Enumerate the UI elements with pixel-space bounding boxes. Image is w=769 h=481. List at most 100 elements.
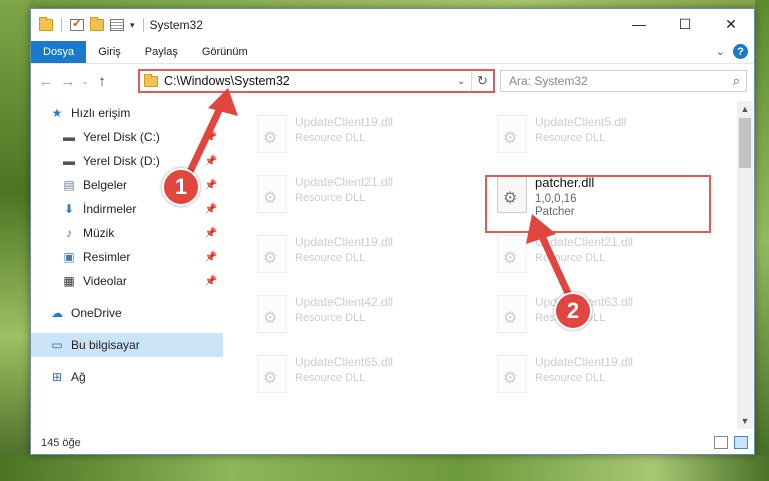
pin-icon[interactable]: 📌 (205, 156, 217, 167)
quick-access-toolbar: ▾ (31, 16, 146, 32)
sidebar-item-label: Videolar (83, 274, 127, 288)
file-description: Resource DLL (295, 372, 366, 384)
maximize-button[interactable]: ☐ (662, 9, 708, 39)
download-icon: ⬇ (63, 202, 75, 216)
file-description: Resource DLL (535, 132, 606, 144)
address-dropdown-icon[interactable]: ⌄ (457, 76, 471, 87)
vertical-scrollbar[interactable]: ▲ ▼ (737, 101, 753, 429)
documents-icon: ▤ (63, 178, 75, 192)
pin-icon[interactable]: 📌 (205, 276, 217, 287)
search-input[interactable]: Ara: System32 ⌕ (500, 70, 747, 92)
pin-icon[interactable]: 📌 (205, 228, 217, 239)
file-item[interactable]: UpdateClient19.dll Resource DLL (245, 231, 465, 279)
new-folder-icon[interactable] (90, 17, 104, 31)
ribbon-expand-icon[interactable]: ⌄ (716, 45, 725, 58)
navigation-pane: ★ Hızlı erişim ▬ Yerel Disk (C:) 📌 ▬ Yer… (31, 101, 223, 429)
view-buttons (714, 436, 748, 449)
help-icon[interactable]: ? (733, 44, 748, 59)
status-bar: 145 öğe (31, 432, 754, 454)
file-item[interactable]: UpdateClient19.dll Resource DLL (245, 111, 465, 159)
drive-icon: ▬ (63, 154, 75, 168)
cloud-icon: ☁ (51, 306, 63, 320)
file-item[interactable]: UpdateClient63.dllResource DLL (485, 291, 705, 339)
ribbon-right-controls: ⌄ ? (716, 44, 748, 59)
qat-dropdown-icon[interactable]: ▾ (130, 20, 135, 31)
refresh-button[interactable]: ↻ (471, 71, 493, 91)
properties-check-icon[interactable] (70, 16, 84, 31)
music-icon: ♪ (66, 226, 72, 240)
computer-icon: ▭ (51, 338, 63, 352)
file-item[interactable]: UpdateClient21.dll Resource DLL (485, 231, 705, 279)
dll-file-icon (497, 295, 527, 333)
scrollbar-thumb[interactable] (739, 118, 751, 168)
desktop-background-left (0, 0, 30, 481)
dll-file-icon (497, 115, 527, 153)
sidebar-item-label: Resimler (83, 250, 131, 264)
sidebar-item-label: Ağ (71, 370, 86, 384)
file-name: UpdateClient21.dll (295, 175, 394, 189)
sidebar-item-label: Yerel Disk (D:) (83, 154, 160, 168)
close-button[interactable]: ✕ (708, 9, 754, 39)
scroll-down-icon[interactable]: ▼ (737, 413, 753, 429)
dll-file-icon (257, 175, 287, 213)
sidebar-item-quick-access[interactable]: ★ Hızlı erişim (31, 101, 223, 125)
address-path[interactable]: C:\Windows\System32 (164, 74, 457, 88)
desktop-background-right (755, 0, 769, 481)
large-icons-view-icon[interactable] (734, 436, 748, 449)
pin-icon[interactable]: 📌 (205, 204, 217, 215)
dll-file-icon (257, 295, 287, 333)
address-bar[interactable]: C:\Windows\System32 ⌄ ↻ (138, 69, 495, 93)
sidebar-item-drive-d[interactable]: ▬ Yerel Disk (D:) 📌 (31, 149, 223, 173)
minimize-button[interactable]: — (616, 9, 662, 39)
dll-file-icon (257, 115, 287, 153)
file-item[interactable]: UpdateClient42.dll Resource DLL (245, 291, 465, 339)
sidebar-item-label: İndirmeler (83, 202, 137, 216)
tab-view[interactable]: Görünüm (190, 41, 260, 63)
sidebar-item-drive-c[interactable]: ▬ Yerel Disk (C:) 📌 (31, 125, 223, 149)
back-button[interactable]: ← (35, 73, 57, 90)
desktop-background-bottom (0, 455, 769, 481)
sidebar-item-this-pc[interactable]: ▭ Bu bilgisayar (31, 333, 223, 357)
pin-icon[interactable]: 📌 (205, 132, 217, 143)
up-button[interactable]: ↑ (91, 73, 113, 90)
tab-share[interactable]: Paylaş (133, 41, 190, 63)
sidebar-item-music[interactable]: ♪ Müzik 📌 (31, 221, 223, 245)
file-item[interactable]: UpdateClient5.dll Resource DLL (485, 111, 705, 159)
title-bar: ▾ System32 — ☐ ✕ (31, 9, 754, 41)
item-count: 145 öğe (41, 437, 81, 449)
forward-button[interactable]: → (57, 73, 79, 90)
details-view-icon[interactable] (714, 436, 728, 449)
file-item[interactable]: UpdateClient19.dll Resource DLL (485, 351, 705, 399)
recent-locations-button[interactable]: ⌄ (79, 76, 91, 87)
search-icon[interactable]: ⌕ (733, 73, 740, 89)
tab-home[interactable]: Giriş (86, 41, 133, 63)
search-placeholder: Ara: System32 (509, 74, 588, 88)
dll-file-icon (497, 355, 527, 393)
window-title: System32 (149, 18, 203, 32)
file-description: Resource DLL (295, 132, 366, 144)
folder-icon (144, 73, 158, 87)
pin-icon[interactable]: 📌 (205, 180, 217, 191)
dll-file-icon (257, 235, 287, 273)
pictures-icon: ▣ (63, 250, 75, 264)
sidebar-item-pictures[interactable]: ▣ Resimler 📌 (31, 245, 223, 269)
file-item[interactable]: UpdateClient65.dll Resource DLL (245, 351, 465, 399)
tab-file[interactable]: Dosya (31, 41, 87, 63)
callout-badge-2: 2 (554, 292, 592, 330)
ribbon-tabs: Dosya Giriş Paylaş Görünüm ⌄ ? (31, 41, 754, 63)
dll-file-icon (257, 355, 287, 393)
sidebar-item-onedrive[interactable]: ☁ OneDrive (31, 301, 223, 325)
star-icon: ★ (51, 106, 63, 120)
sidebar-item-videos[interactable]: ▦ Videolar 📌 (31, 269, 223, 293)
file-description: Resource DLL (535, 372, 606, 384)
customize-icon[interactable] (110, 19, 124, 31)
file-item[interactable]: UpdateClient21.dll Resource DLL (245, 171, 465, 219)
network-icon: ⊞ (51, 370, 63, 384)
file-description: Resource DLL (295, 192, 366, 204)
pin-icon[interactable]: 📌 (205, 252, 217, 263)
scroll-up-icon[interactable]: ▲ (737, 101, 753, 117)
file-name: UpdateClient19.dll (295, 235, 394, 249)
sidebar-item-network[interactable]: ⊞ Ağ (31, 365, 223, 389)
file-name: UpdateClient65.dll (295, 355, 394, 369)
sidebar-item-label: Belgeler (83, 178, 128, 192)
